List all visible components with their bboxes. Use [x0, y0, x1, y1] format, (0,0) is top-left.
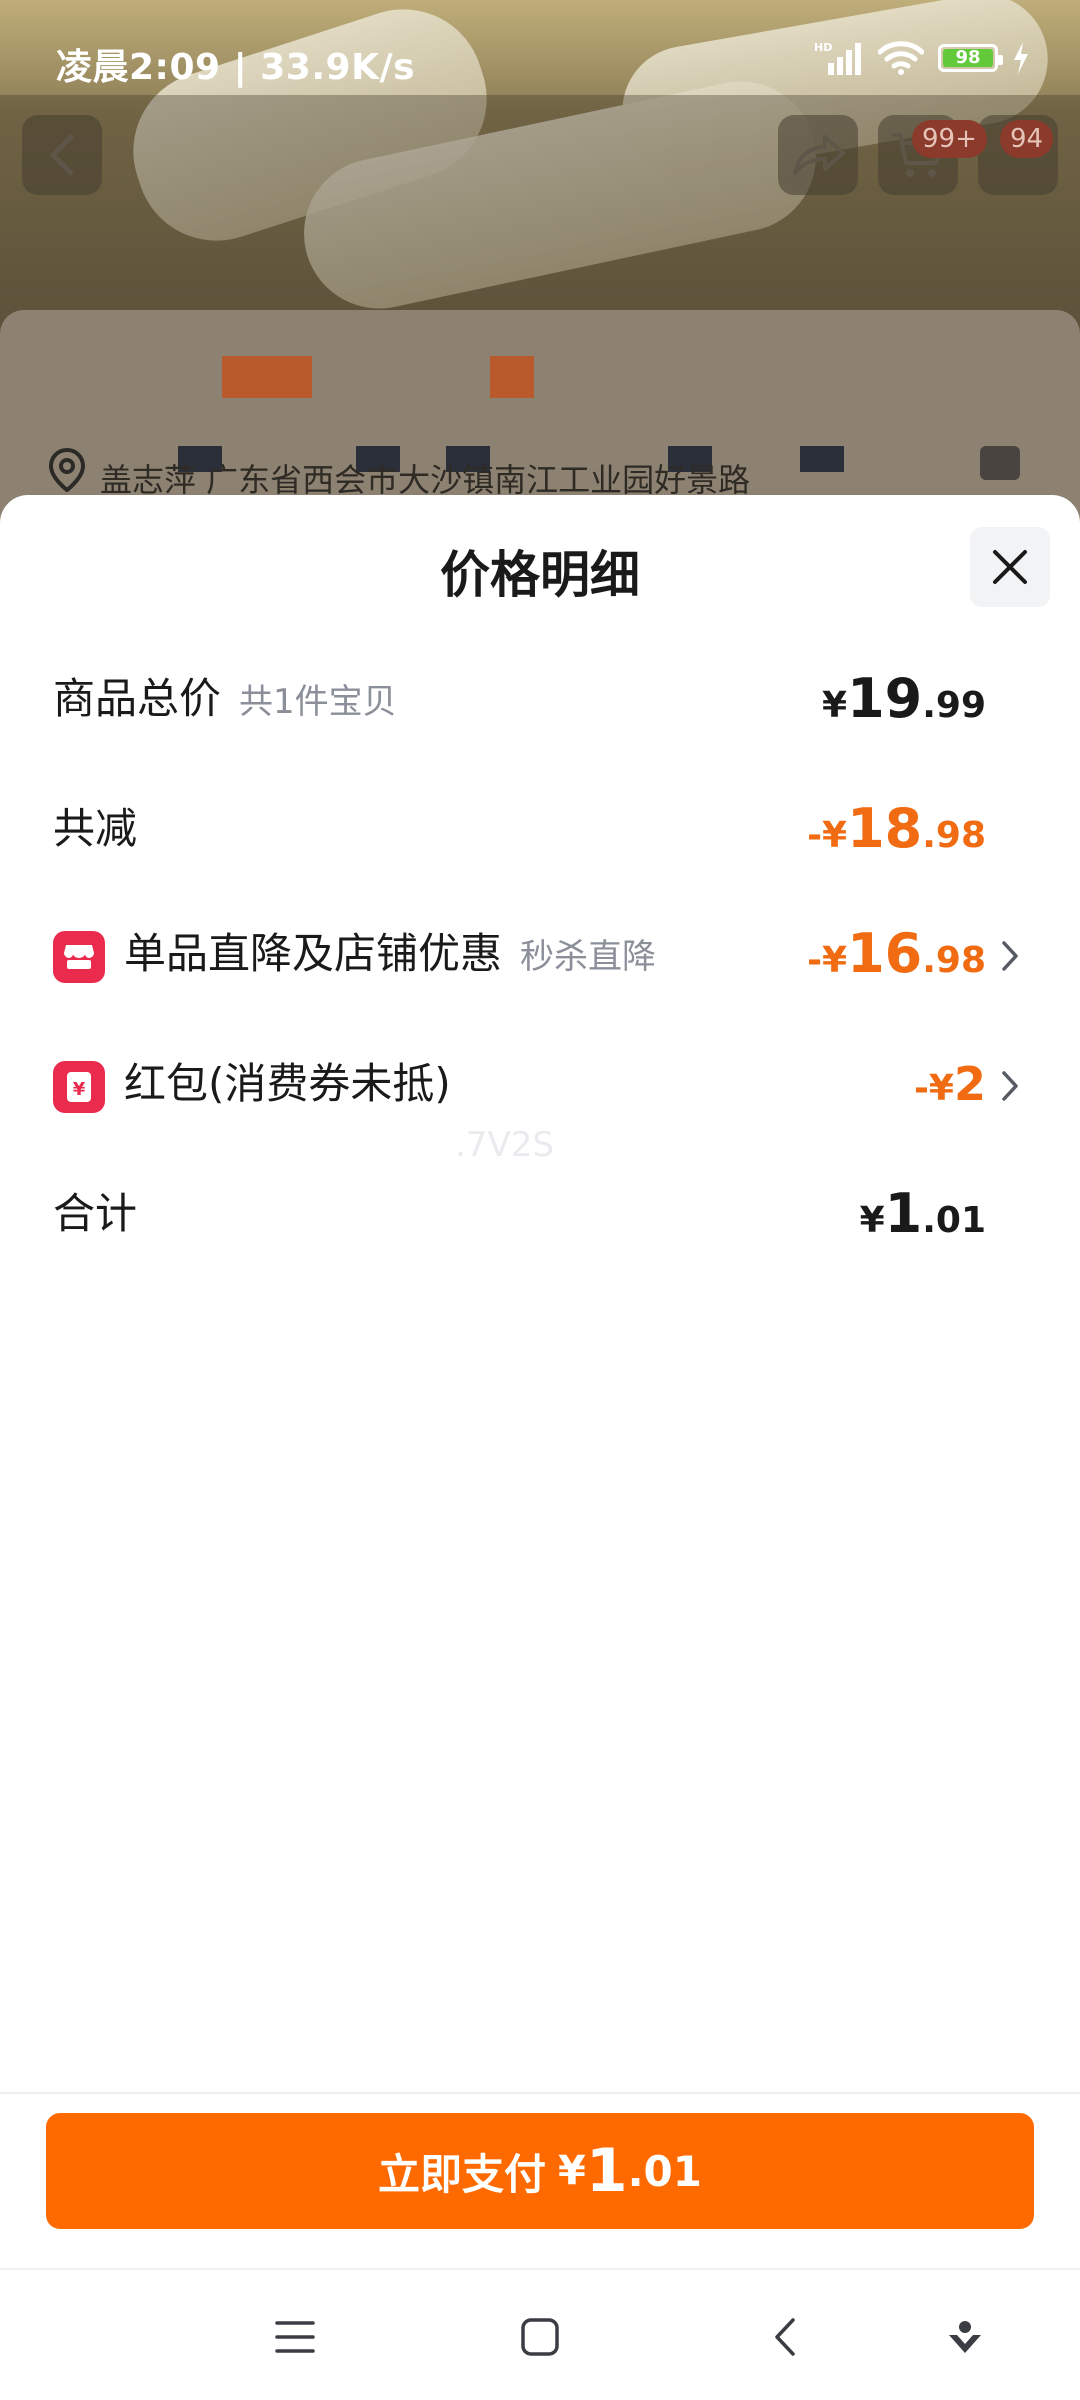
- currency-prefix: -¥: [807, 940, 848, 981]
- assistant-icon: [949, 2321, 981, 2353]
- shop-icon: [53, 931, 105, 983]
- share-button[interactable]: [778, 115, 858, 195]
- page: 盖志萍 广东省西会市大沙镇南江工业园好景路 凌晨2:09 | 33.9K/s H…: [0, 0, 1080, 2400]
- back-chevron-icon: [775, 2318, 795, 2356]
- amount-decimal: .01: [922, 1200, 986, 1241]
- row-amount: ¥19.99: [822, 654, 986, 744]
- row-label-container: 单品直降及店铺优惠 秒杀直降: [124, 909, 656, 999]
- amount-decimal: .98: [922, 815, 986, 856]
- watermark: .7V2S: [455, 1125, 554, 1165]
- chevron-right-icon: [1002, 1071, 1018, 1101]
- price-row-red-packet[interactable]: ¥ 红包(消费券未抵) -¥2: [0, 1039, 1080, 1129]
- row-label: 单品直降及店铺优惠: [124, 929, 503, 978]
- price-tag-block: [222, 356, 312, 398]
- currency-prefix: -¥: [807, 815, 848, 856]
- share-icon: [793, 135, 845, 175]
- row-label-container: 红包(消费券未抵): [124, 1039, 451, 1129]
- status-icons: HD 98: [814, 38, 1030, 78]
- pay-amount-decimal: .01: [627, 2146, 702, 2196]
- amount-decimal: .98: [922, 940, 986, 981]
- shipping-address: 盖志萍 广东省西会市大沙镇南江工业园好景路: [100, 461, 751, 495]
- chat-icon: [980, 446, 1020, 480]
- wifi-icon: [878, 41, 924, 75]
- amount-integer: 18: [847, 797, 923, 860]
- row-label: 合计: [53, 1189, 138, 1238]
- pay-amount-integer: 1: [585, 2136, 628, 2206]
- svg-text:¥: ¥: [73, 1079, 86, 1100]
- row-sub-label: 秒杀直降: [520, 937, 657, 977]
- price-row-subtotal: 商品总价 共1件宝贝 ¥19.99: [0, 654, 1080, 744]
- row-label: 商品总价: [53, 674, 222, 723]
- menu-icon: [275, 2321, 315, 2353]
- sheet-title: 价格明细: [440, 546, 640, 604]
- status-bar: 凌晨2:09 | 33.9K/s HD 98: [0, 0, 1080, 95]
- recent-apps-button[interactable]: [270, 2312, 320, 2362]
- chevron-right-icon: [1002, 941, 1018, 971]
- close-icon: [993, 550, 1027, 584]
- system-nav-bar: [0, 2268, 1080, 2400]
- currency-prefix: ¥: [859, 1200, 885, 1241]
- pay-now-button[interactable]: 立即支付 ¥1.01: [46, 2113, 1034, 2229]
- price-tag-block: [490, 356, 534, 398]
- row-label-container: 商品总价 共1件宝贝: [53, 654, 397, 744]
- home-square-icon: [521, 2318, 559, 2356]
- red-packet-icon: ¥: [53, 1061, 105, 1113]
- amount-integer: 19: [847, 667, 923, 730]
- message-count-badge: 94: [1000, 120, 1054, 158]
- currency-prefix: ¥: [822, 685, 848, 726]
- price-row-total-discount: 共减 -¥18.98: [0, 784, 1080, 874]
- price-row-total: 合计 ¥1.01: [0, 1169, 1080, 1259]
- divider: [0, 2092, 1080, 2094]
- amount-integer: 2: [953, 1057, 986, 1111]
- row-amount: ¥1.01: [860, 1169, 986, 1259]
- amount-decimal: .99: [922, 685, 986, 726]
- pay-button-label: 立即支付: [377, 2149, 546, 2199]
- home-button[interactable]: [515, 2312, 565, 2362]
- location-pin-icon: [48, 448, 86, 492]
- amount-integer: 16: [847, 922, 923, 985]
- row-sub-label: 共1件宝贝: [239, 682, 397, 722]
- currency-prefix: -¥: [913, 1068, 954, 1109]
- system-back-button[interactable]: [760, 2312, 810, 2362]
- battery-icon: 98: [938, 44, 1003, 72]
- row-amount: -¥16.98: [807, 909, 986, 999]
- charging-icon: [1014, 42, 1028, 74]
- status-time: 凌晨2:09 | 33.9K/s: [56, 47, 416, 88]
- price-row-shop-discount[interactable]: 单品直降及店铺优惠 秒杀直降 -¥16.98: [0, 909, 1080, 999]
- signal-icon: HD: [814, 41, 861, 75]
- battery-level: 98: [943, 49, 993, 67]
- back-button[interactable]: [22, 115, 102, 195]
- row-label: 红包(消费券未抵): [124, 1059, 451, 1108]
- close-button[interactable]: [970, 527, 1050, 607]
- pay-currency: ¥: [558, 2148, 586, 2194]
- row-label-container: 共减: [53, 784, 137, 874]
- cart-count-badge: 99+: [912, 120, 987, 158]
- row-amount: -¥18.98: [807, 784, 986, 874]
- svg-text:HD: HD: [814, 41, 832, 54]
- back-arrow-icon: [50, 134, 74, 176]
- assistant-button[interactable]: [940, 2312, 990, 2362]
- row-label-container: 合计: [53, 1169, 137, 1259]
- row-label: 共减: [53, 804, 138, 853]
- amount-integer: 1: [884, 1182, 923, 1245]
- row-amount: -¥2: [914, 1039, 986, 1129]
